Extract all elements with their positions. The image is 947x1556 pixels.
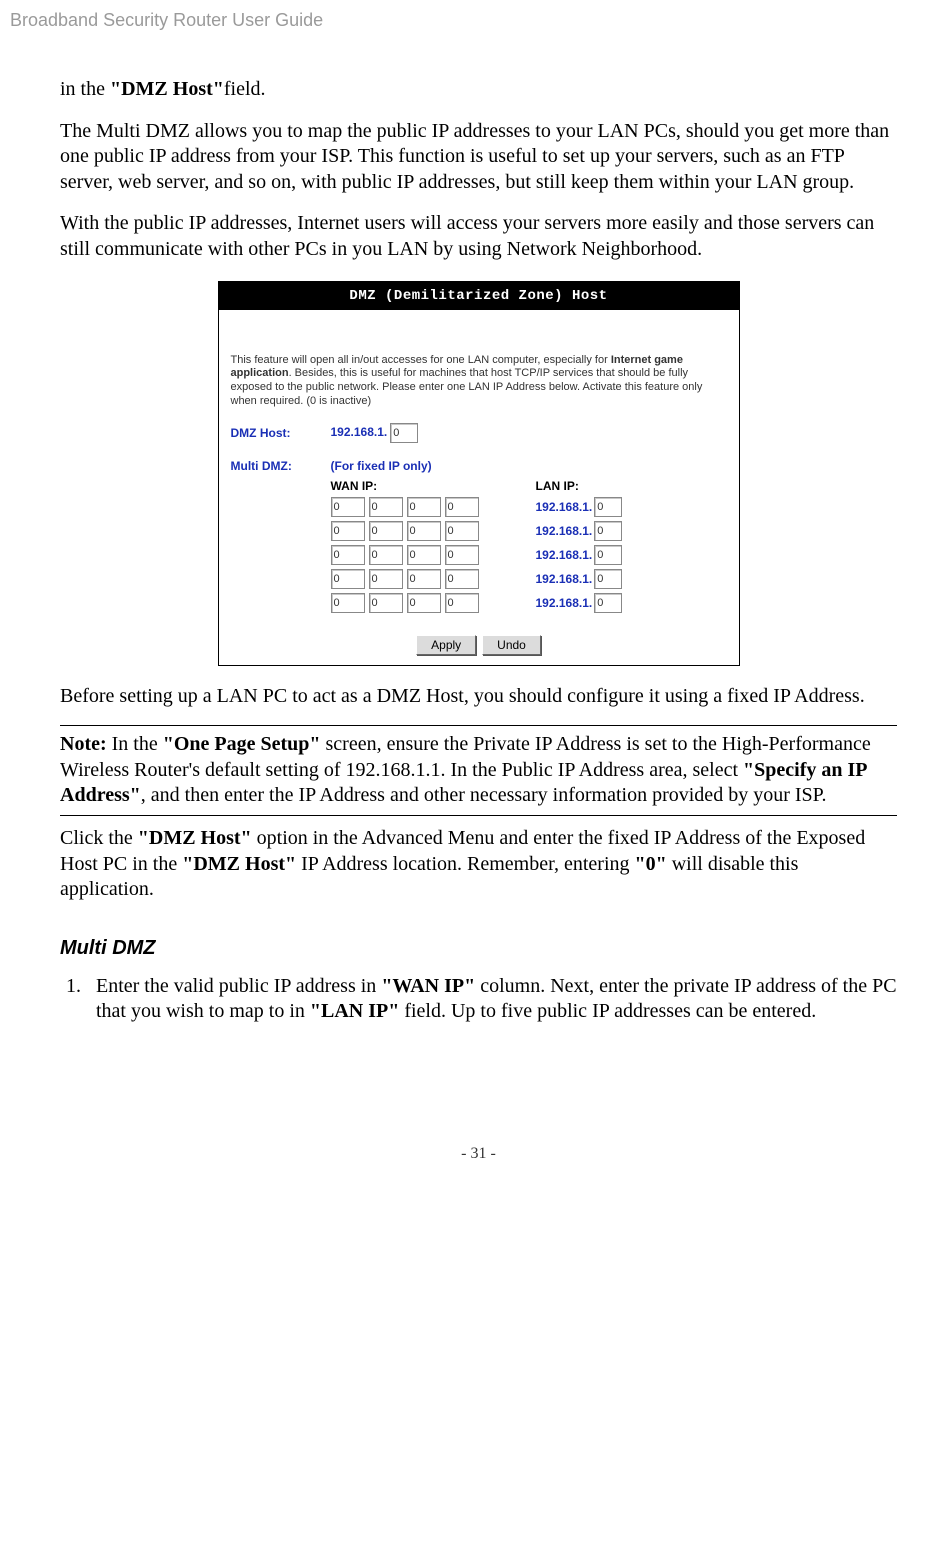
wan-ip-octet-input[interactable]: 0 xyxy=(331,497,365,517)
wan-ip-octet-input[interactable]: 0 xyxy=(369,497,403,517)
text: , and then enter the IP Address and othe… xyxy=(141,784,827,806)
wan-ip-octet-input[interactable]: 0 xyxy=(407,521,441,541)
text: IP Address location. Remember, entering xyxy=(296,853,634,875)
multi-dmz-row: 0 0 0 0 192.168.1. 0 xyxy=(331,545,727,565)
wan-ip-octet-input[interactable]: 0 xyxy=(445,569,479,589)
wan-ip-octet-input[interactable]: 0 xyxy=(331,521,365,541)
paragraph: Click the "DMZ Host" option in the Advan… xyxy=(60,826,897,903)
paragraph: in the "DMZ Host"field. xyxy=(60,77,897,103)
ip-prefix: 192.168.1. xyxy=(536,548,593,562)
note-block: Note: In the "One Page Setup" screen, en… xyxy=(60,725,897,816)
wan-ip-octet-input[interactable]: 0 xyxy=(407,569,441,589)
paragraph: The Multi DMZ allows you to map the publ… xyxy=(60,119,897,196)
text: field. xyxy=(224,78,266,100)
text-bold: "DMZ Host" xyxy=(138,827,252,849)
text-bold: "One Page Setup" xyxy=(163,733,321,755)
ip-prefix: 192.168.1. xyxy=(536,596,593,610)
paragraph: Before setting up a LAN PC to act as a D… xyxy=(60,684,897,710)
multi-dmz-row: 0 0 0 0 192.168.1. 0 xyxy=(331,569,727,589)
lan-ip-input[interactable]: 0 xyxy=(594,545,622,565)
wan-ip-octet-input[interactable]: 0 xyxy=(407,545,441,565)
paragraph: With the public IP addresses, Internet u… xyxy=(60,211,897,262)
wan-ip-octet-input[interactable]: 0 xyxy=(331,593,365,613)
text: . Besides, this is useful for machines t… xyxy=(231,367,703,407)
ip-prefix: 192.168.1. xyxy=(536,572,593,586)
dmz-config-screenshot: DMZ (Demilitarized Zone) Host This featu… xyxy=(218,281,740,666)
multi-dmz-row: 0 0 0 0 192.168.1. 0 xyxy=(331,521,727,541)
ip-prefix: 192.168.1. xyxy=(331,424,388,438)
text: In the xyxy=(107,733,163,755)
wan-ip-octet-input[interactable]: 0 xyxy=(407,593,441,613)
lan-ip-input[interactable]: 0 xyxy=(594,521,622,541)
lan-ip-input[interactable]: 0 xyxy=(594,569,622,589)
lan-ip-header: LAN IP: xyxy=(536,479,579,493)
multi-dmz-label: Multi DMZ: xyxy=(231,459,331,473)
figure-container: DMZ (Demilitarized Zone) Host This featu… xyxy=(60,281,897,666)
text: field. Up to five public IP addresses ca… xyxy=(399,1000,816,1022)
running-header: Broadband Security Router User Guide xyxy=(10,10,897,31)
lan-ip-input[interactable]: 0 xyxy=(594,497,622,517)
wan-ip-octet-input[interactable]: 0 xyxy=(331,569,365,589)
ip-prefix: 192.168.1. xyxy=(536,500,593,514)
section-subhead: Multi DMZ xyxy=(60,937,897,960)
multi-dmz-sublabel: (For fixed IP only) xyxy=(331,459,432,473)
text-bold: "0" xyxy=(635,853,667,875)
wan-ip-octet-input[interactable]: 0 xyxy=(369,545,403,565)
dialog-title: DMZ (Demilitarized Zone) Host xyxy=(219,282,739,310)
wan-ip-octet-input[interactable]: 0 xyxy=(369,569,403,589)
text-bold: "DMZ Host" xyxy=(182,853,296,875)
wan-ip-octet-input[interactable]: 0 xyxy=(445,497,479,517)
wan-ip-octet-input[interactable]: 0 xyxy=(369,593,403,613)
wan-ip-octet-input[interactable]: 0 xyxy=(445,521,479,541)
dmz-host-input[interactable]: 0 xyxy=(390,423,418,443)
wan-ip-octet-input[interactable]: 0 xyxy=(445,593,479,613)
ip-prefix: 192.168.1. xyxy=(536,524,593,538)
apply-button[interactable]: Apply xyxy=(416,635,476,655)
text-bold: "WAN IP" xyxy=(381,975,475,997)
wan-ip-octet-input[interactable]: 0 xyxy=(445,545,479,565)
dialog-description: This feature will open all in/out access… xyxy=(219,350,739,419)
note-lead: Note: xyxy=(60,733,107,755)
text-bold: "LAN IP" xyxy=(310,1000,399,1022)
undo-button[interactable]: Undo xyxy=(482,635,541,655)
multi-dmz-row: 0 0 0 0 192.168.1. 0 xyxy=(331,593,727,613)
lan-ip-input[interactable]: 0 xyxy=(594,593,622,613)
text: This feature will open all in/out access… xyxy=(231,354,611,366)
text-bold: "DMZ Host" xyxy=(110,78,224,100)
page-number: - 31 - xyxy=(60,1145,897,1163)
text: Enter the valid public IP address in xyxy=(96,975,381,997)
wan-ip-header: WAN IP: xyxy=(331,479,536,493)
list-item: Enter the valid public IP address in "WA… xyxy=(86,974,897,1025)
multi-dmz-row: 0 0 0 0 192.168.1. 0 xyxy=(331,497,727,517)
ordered-list: Enter the valid public IP address in "WA… xyxy=(60,974,897,1025)
wan-ip-octet-input[interactable]: 0 xyxy=(331,545,365,565)
dmz-host-label: DMZ Host: xyxy=(231,426,331,440)
text: Click the xyxy=(60,827,138,849)
text: in the xyxy=(60,78,110,100)
wan-ip-octet-input[interactable]: 0 xyxy=(407,497,441,517)
wan-ip-octet-input[interactable]: 0 xyxy=(369,521,403,541)
